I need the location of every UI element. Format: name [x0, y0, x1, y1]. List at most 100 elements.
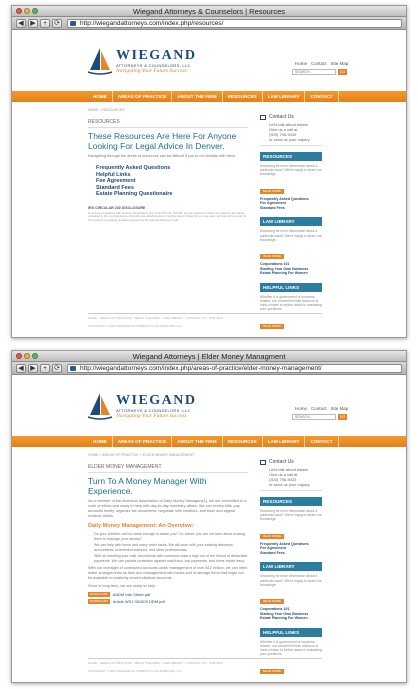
nav-resources[interactable]: RESOURCES: [223, 436, 263, 447]
window-titlebar: Wiegand Attorneys & Counselors | Resourc…: [12, 6, 406, 17]
library-read-more-button[interactable]: READ MORE: [260, 254, 285, 259]
contact-link[interactable]: Contact: [311, 61, 327, 66]
sailboat-logo-icon: [87, 48, 113, 75]
minimize-window-button[interactable]: [24, 8, 30, 14]
nav-law-library[interactable]: LAW LIBRARY: [263, 436, 306, 447]
home-link[interactable]: Home: [295, 61, 307, 66]
reload-button[interactable]: ⟳: [52, 18, 62, 28]
address-bar[interactable]: http://wiegandattorneys.com/index.php/ar…: [67, 363, 402, 373]
add-bookmark-button[interactable]: +: [40, 18, 50, 28]
sitemap-link[interactable]: Site Map: [331, 406, 349, 411]
nav-home[interactable]: HOME: [88, 91, 113, 102]
browser-toolbar: ◀ ▶ + ⟳ http://wiegandattorneys.com/inde…: [12, 362, 406, 375]
forward-button[interactable]: ▶: [28, 18, 38, 28]
forward-button[interactable]: ▶: [28, 363, 38, 373]
library-read-more-button[interactable]: READ MORE: [260, 599, 285, 604]
envelope-icon: [260, 114, 266, 120]
download-item[interactable]: DOWNLOAD Article WSJ 051509 DDM.pdf: [88, 598, 248, 604]
window-title: Wiegand Attorneys | Elder Money Managmen…: [132, 352, 286, 361]
contact-inquiry-link[interactable]: or send us your inquiry.: [260, 137, 322, 142]
logo-name: WIEGAND: [116, 48, 197, 63]
utility-links: Home Contact Site Map: [295, 406, 348, 411]
address-url: http://wiegandattorneys.com/index.php/ar…: [80, 364, 322, 372]
intro-text: As a member of the American Association …: [88, 499, 247, 518]
close-window-button[interactable]: [16, 353, 22, 359]
nav-home[interactable]: HOME: [88, 436, 113, 447]
minimize-window-button[interactable]: [24, 353, 30, 359]
main-nav: HOME AREAS OF PRACTICE ABOUT THE FIRM RE…: [12, 436, 406, 447]
window-controls: [16, 353, 38, 359]
zoom-window-button[interactable]: [32, 8, 38, 14]
webpage: WIEGAND ATTORNEYS & COUNSELORS, LLC Navi…: [12, 376, 406, 682]
nav-about-the-firm[interactable]: ABOUT THE FIRM: [172, 91, 223, 102]
sidebar-link[interactable]: Standard Fees: [260, 551, 322, 556]
sitemap-link[interactable]: Site Map: [331, 61, 349, 66]
footer-links[interactable]: HOME :: AREAS OF PRACTICE :: ABOUT THE F…: [88, 661, 322, 665]
resources-box-links: Frequently Asked Questions Fee Agreement…: [260, 197, 322, 211]
logo-tagline: Navigating Your Future Success: [116, 68, 187, 74]
main-content: ELDER MONEY MANAGEMENT Turn To A Money M…: [88, 464, 248, 607]
sidebar-link[interactable]: Estate Planning For Women: [260, 616, 322, 621]
search-go-button[interactable]: GO: [338, 414, 347, 420]
window-controls: [16, 8, 38, 14]
footer-links[interactable]: HOME :: AREAS OF PRACTICE :: ABOUT THE F…: [88, 316, 322, 320]
browser-window-elder-money: Wiegand Attorneys | Elder Money Managmen…: [11, 350, 407, 683]
nav-law-library[interactable]: LAW LIBRARY: [263, 91, 306, 102]
overview-bullet: With so handling your mail, documents wi…: [94, 554, 248, 563]
close-window-button[interactable]: [16, 8, 22, 14]
library-box-text: Searching for more information about a p…: [260, 574, 322, 587]
search-go-button[interactable]: GO: [338, 69, 347, 75]
webpage: WIEGAND ATTORNEYS & COUNSELORS, LLC Navi…: [12, 31, 406, 337]
search-input[interactable]: [292, 414, 336, 420]
circular-text: To ensure compliance with Treasury Regul…: [88, 210, 247, 222]
main-nav: HOME AREAS OF PRACTICE ABOUT THE FIRM RE…: [12, 91, 406, 102]
site-logo[interactable]: WIEGAND ATTORNEYS & COUNSELORS, LLC Navi…: [86, 391, 206, 427]
ready-text: Short or long term, we are ready to help…: [88, 583, 156, 588]
nav-about-the-firm[interactable]: ABOUT THE FIRM: [172, 436, 223, 447]
download-tag: DOWNLOAD: [88, 598, 110, 604]
resources-read-more-button[interactable]: READ MORE: [260, 533, 285, 539]
search-input[interactable]: [292, 69, 336, 75]
back-button[interactable]: ◀: [16, 18, 26, 28]
contact-link[interactable]: Contact: [311, 406, 327, 411]
sidebar-link[interactable]: Estate Planning For Women: [260, 271, 322, 276]
download-item[interactable]: DOWNLOAD AADM Info Sheet.pdf: [88, 591, 248, 597]
add-bookmark-button[interactable]: +: [40, 363, 50, 373]
address-url: http://wiegandattorneys.com/index.php/re…: [80, 19, 224, 27]
library-box: LAW LIBRARY Searching for more informati…: [260, 562, 322, 620]
sidebar: Contact Us Let's talk about estate. Give…: [260, 114, 322, 337]
library-box-links: Corporations 101 Starting Your Own Busin…: [260, 607, 322, 621]
home-link[interactable]: Home: [295, 406, 307, 411]
download-filename[interactable]: AADM Info Sheet.pdf: [113, 592, 151, 597]
download-filename[interactable]: Article WSJ 051509 DDM.pdf: [113, 599, 165, 604]
link-estate-questionaire[interactable]: Estate Planning Questionaire: [96, 191, 248, 198]
sidebar: Contact Us Let's talk about estate. Give…: [260, 459, 322, 682]
site-logo[interactable]: WIEGAND ATTORNEYS & COUNSELORS, LLC Navi…: [86, 46, 206, 82]
contact-block: Contact Us Let's talk about estate. Give…: [260, 459, 322, 491]
address-bar[interactable]: http://wiegandattorneys.com/index.php/re…: [67, 18, 402, 28]
browser-toolbar: ◀ ▶ + ⟳ http://wiegandattorneys.com/inde…: [12, 17, 406, 30]
intro-text: Navigating through the areas of resource…: [88, 154, 237, 158]
sidebar-link[interactable]: Standard Fees: [260, 206, 322, 211]
zoom-window-button[interactable]: [32, 353, 38, 359]
nav-resources[interactable]: RESOURCES: [223, 91, 263, 102]
contact-header: Contact Us: [260, 114, 322, 120]
library-box-title: LAW LIBRARY: [260, 217, 322, 227]
nav-contact[interactable]: CONTACT: [305, 436, 339, 447]
overview-bullet: We can help with these and many other ta…: [94, 543, 234, 552]
contact-header: Contact Us: [260, 459, 322, 465]
resources-box-text: Searching for more information about a p…: [260, 164, 322, 177]
site-footer: HOME :: AREAS OF PRACTICE :: ABOUT THE F…: [88, 658, 322, 673]
helpful-box-text: Whether it is government or business-rel…: [260, 294, 322, 312]
nav-areas-of-practice[interactable]: AREAS OF PRACTICE: [113, 436, 173, 447]
nav-areas-of-practice[interactable]: AREAS OF PRACTICE: [113, 91, 173, 102]
library-box-text: Searching for more information about a p…: [260, 229, 322, 242]
library-box: LAW LIBRARY Searching for more informati…: [260, 217, 322, 275]
reload-button[interactable]: ⟳: [52, 363, 62, 373]
nav-contact[interactable]: CONTACT: [305, 91, 339, 102]
back-button[interactable]: ◀: [16, 363, 26, 373]
resource-links: Frequently Asked Questions Helpful Links…: [96, 165, 248, 198]
resources-read-more-button[interactable]: READ MORE: [260, 188, 285, 194]
browser-window-resources: Wiegand Attorneys & Counselors | Resourc…: [11, 5, 407, 338]
contact-inquiry-link[interactable]: or send us your inquiry.: [260, 482, 322, 487]
